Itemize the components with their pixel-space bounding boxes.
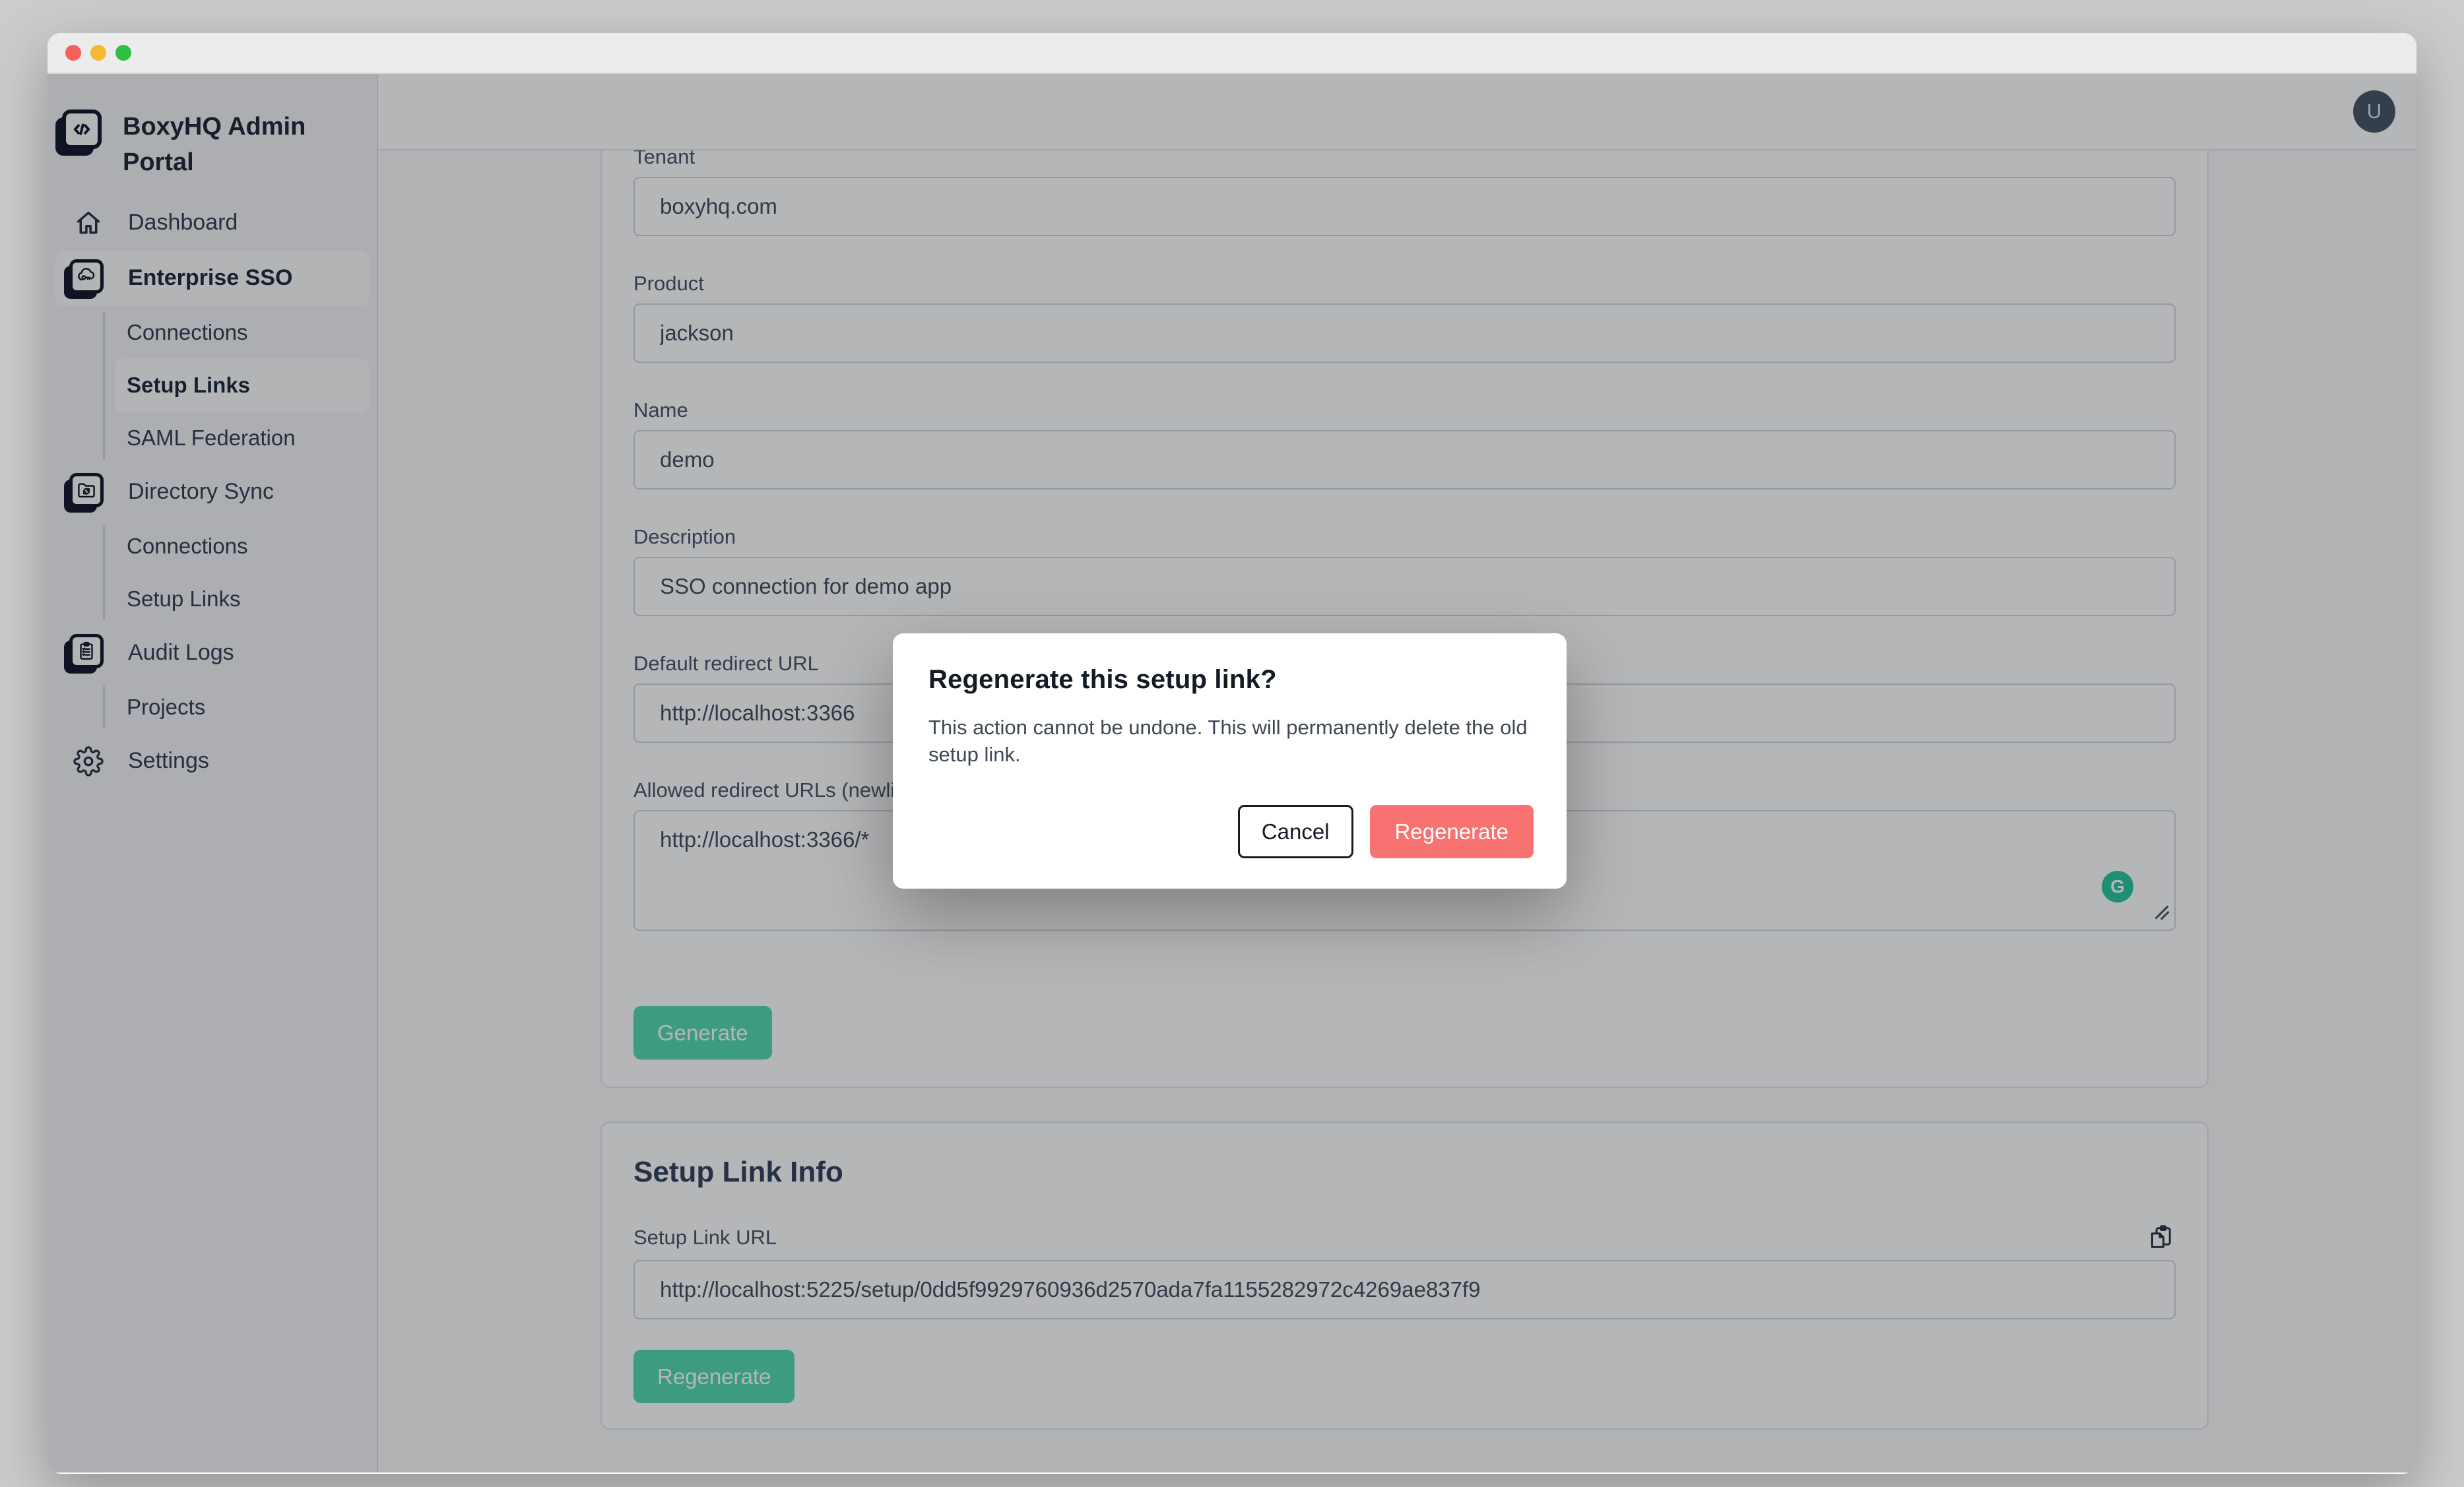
regenerate-confirm-dialog: Regenerate this setup link? This action …	[893, 633, 1567, 889]
browser-window: BoxyHQ Admin Portal Dashboard	[48, 33, 2416, 1474]
confirm-regenerate-button[interactable]: Regenerate	[1370, 805, 1534, 858]
window-titlebar	[48, 33, 2416, 74]
close-window-icon[interactable]	[65, 45, 81, 61]
cancel-button[interactable]: Cancel	[1238, 805, 1353, 858]
modal-body: This action cannot be undone. This will …	[928, 714, 1531, 769]
modal-title: Regenerate this setup link?	[928, 665, 1531, 695]
minimize-window-icon[interactable]	[90, 45, 106, 61]
traffic-lights	[65, 45, 131, 61]
zoom-window-icon[interactable]	[115, 45, 131, 61]
